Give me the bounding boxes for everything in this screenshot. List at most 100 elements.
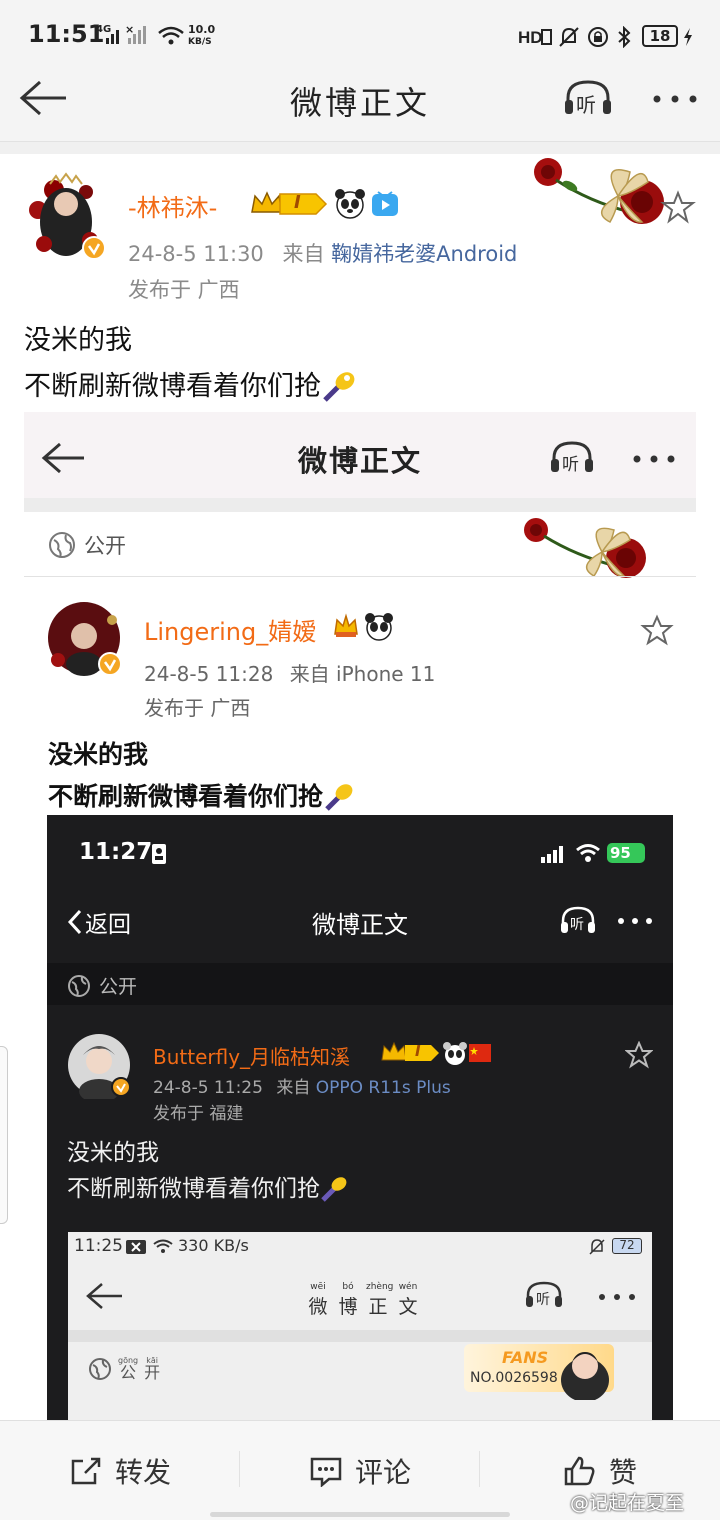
emb2-source: OPPO R11s Plus [315,1078,451,1098]
emb2-meta-line: 24-8-5 11:25 来自 OPPO R11s Plus [153,1073,451,1098]
emb2-username: Butterfly_月临枯知溪 [153,1045,351,1069]
emb2-battery-level: 95 [610,844,631,862]
emb2-text-line1: 没米的我 [67,1140,159,1166]
more-button[interactable] [652,94,698,104]
emb3-back-arrow-icon [84,1280,126,1312]
emb2-vip-level: I [415,1042,421,1060]
wifi-icon [156,26,186,46]
emb1-visibility-label: 公开 [84,534,126,558]
repost-button[interactable]: 转发 [0,1421,240,1520]
emb2-listen-label: 听 [570,917,584,933]
emb3-speed: 330 KB/s [178,1236,249,1255]
emb3-title-char-4: wén 文 [398,1282,418,1318]
emb1-text-line2: 不断刷新微博看着你们抢 [48,782,324,811]
side-drawer-handle[interactable] [0,1046,8,1224]
emb2-flag-icon [469,1044,491,1062]
emb2-vip-badge: I [381,1041,441,1065]
rice-scoop-emoji-icon [323,372,355,402]
emb3-visibility-char-2: kāi 开 [144,1356,161,1382]
post-text-line2: 不断刷新微博看着你们抢 [24,371,321,402]
emb2-text-line2-row: 不断刷新微博看着你们抢 [67,1171,350,1207]
net-speed-unit: KB/S [188,37,212,47]
emb2-source-prefix: 来自 [276,1078,311,1098]
emb3-time: 11:25 [74,1236,123,1256]
emb3-mute-bell-icon [588,1238,606,1256]
like-label: 赞 [608,1456,637,1489]
emb3-listen-label: 听 [536,1292,550,1308]
emb3-battery-level: 72 [619,1238,635,1252]
emb1-username: Lingering_婧嫒 [144,618,317,646]
emb3-fans-number: NO.0026598 [470,1370,558,1386]
emb2-visibility: 公开 [67,972,137,999]
verified-badge [82,236,106,260]
emb2-panda-icon [443,1042,467,1066]
emb1-body: 没米的我 不断刷新微博看着你们抢 [48,734,355,818]
emb2-star-icon [625,1041,653,1069]
charging-icon [682,27,694,47]
bluetooth-icon [615,26,633,48]
emb1-crown-badge-icon [332,612,360,640]
battery-level: 18 [649,27,671,45]
home-indicator[interactable] [210,1512,510,1517]
listen-button[interactable]: 听 [562,78,614,118]
vip-badge: I [250,190,328,218]
emb1-source-prefix: 来自 [289,662,330,686]
emb3-close-box-icon [126,1240,146,1254]
emb3-fan-portrait [558,1340,612,1400]
post-location: 发布于 广西 [128,278,240,302]
emb1-avatar [46,600,126,680]
emb2-timestamp: 24-8-5 11:25 [153,1078,263,1098]
post-timestamp: 24-8-5 11:30 [128,242,264,266]
emb2-time: 11:27 [79,839,153,865]
post-source-prefix: 来自 [282,242,325,266]
rose-butterfly-decoration [530,152,670,234]
post-username[interactable]: -林祎沐- [128,188,217,223]
svg-text:×: × [125,24,134,36]
emb3-visibility-char-1: gōng 公 [118,1356,139,1382]
post-meta-line: 24-8-5 11:30 来自 鞠婧祎老婆Android [128,238,517,268]
emb2-visibility-strip [47,963,673,1005]
emb3-globe-icon [89,1358,111,1380]
emb3-more-dots-icon [598,1293,636,1301]
vip-level: I [294,192,301,213]
emb2-body: 没米的我 不断刷新微博看着你们抢 [67,1135,350,1207]
listen-label: 听 [576,93,596,117]
emb1-rice-scoop-emoji-icon [325,784,353,811]
thumbs-up-icon [564,1456,595,1486]
emb1-location: 发布于 广西 [144,696,251,720]
favorite-star-button[interactable] [660,190,696,224]
avatar[interactable] [24,170,108,262]
comment-button[interactable]: 评论 [240,1421,480,1520]
post-source-link[interactable]: 鞠婧祎老婆Android [331,242,517,266]
emb3-visibility: gōng 公 kāi 开 [88,1356,160,1381]
lock-rotation-icon [587,26,609,48]
mute-bell-icon [558,26,580,48]
net-speed: 10.0 KB/S [188,24,215,48]
emb1-divider [24,576,696,577]
emb2-wifi-icon [575,843,601,863]
emb2-listen: 听 [559,905,597,937]
post-text-line2-row: 不断刷新微博看着你们抢 [24,364,357,410]
video-badge-icon [370,189,400,219]
battery-indicator: 18 [642,25,678,47]
emb2-battery: 95 [607,843,645,863]
post-text-line1: 没米的我 [24,325,132,356]
net-speed-value: 10.0 [188,23,216,36]
emb1-panda-icon [364,612,394,642]
emb3-battery: 72 [612,1238,642,1254]
emb2-verified-badge [111,1077,131,1097]
embedded-screenshot-3: 11:25 330 KB/s 72 wēi 微 bó 博 zhèng 正 wén 文 听… [68,1232,652,1420]
emb2-visibility-label: 公开 [99,976,138,998]
watermark: @记起在夏至 [570,1492,685,1514]
emb1-title: 微博正文 [297,444,422,478]
emb1-text-line1: 没米的我 [48,740,149,769]
emb2-rice-scoop-emoji-icon [321,1177,347,1202]
emb3-title: wēi 微 bó 博 zhèng 正 wén 文 [306,1282,420,1319]
emb1-listen: 听 [549,440,595,476]
emb1-meta-line: 24-8-5 11:28 来自 iPhone 11 [144,658,435,687]
emb1-source: iPhone 11 [336,662,436,686]
emb1-visibility: 公开 [48,530,126,560]
comment-label: 评论 [354,1456,411,1489]
repost-label: 转发 [114,1456,171,1489]
emb2-more-dots-icon [617,917,653,925]
